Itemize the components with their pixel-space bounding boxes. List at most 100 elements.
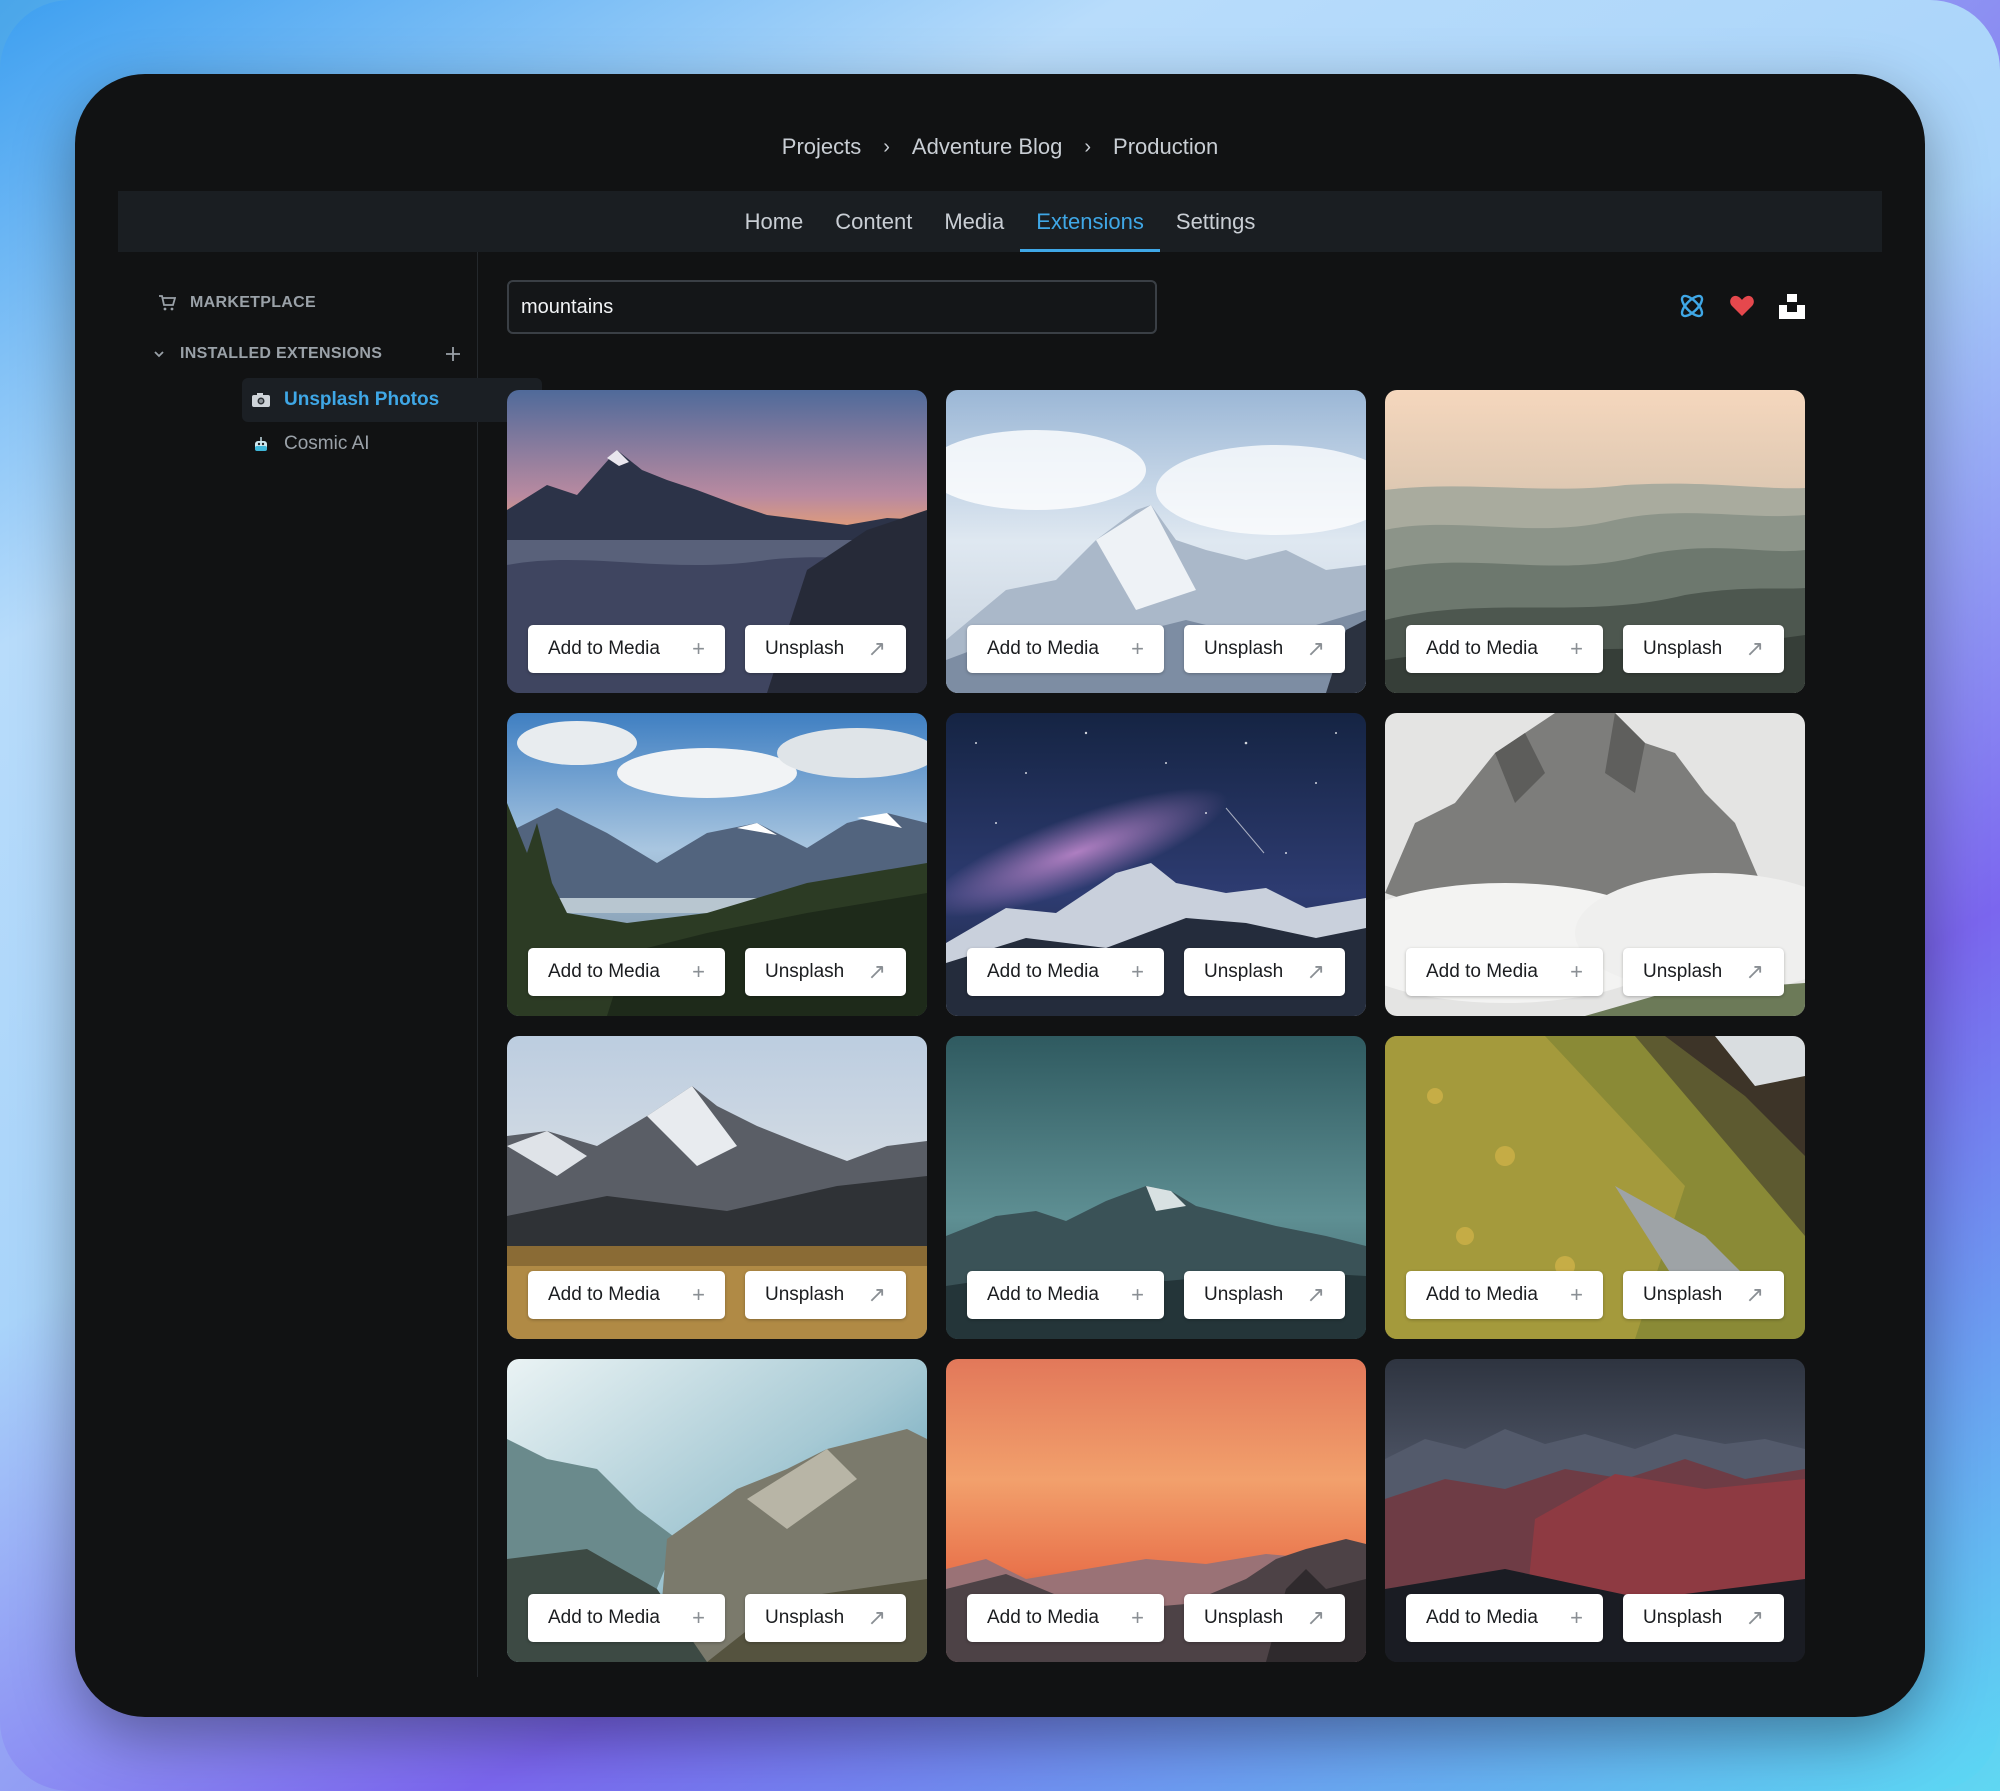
photo-card[interactable]: Add to Media + Unsplash ↗ xyxy=(507,390,927,693)
marketplace-label: MARKETPLACE xyxy=(190,294,316,311)
add-to-media-button[interactable]: Add to Media + xyxy=(528,1594,725,1642)
plus-icon: + xyxy=(1570,959,1583,984)
unsplash-logo-icon[interactable] xyxy=(1777,291,1807,321)
unsplash-link-button[interactable]: Unsplash ↗ xyxy=(1623,1271,1784,1319)
unsplash-link-button[interactable]: Unsplash ↗ xyxy=(1184,625,1345,673)
breadcrumb-separator: › xyxy=(1084,135,1092,158)
external-link-icon: ↗ xyxy=(1745,1282,1764,1307)
add-to-media-label: Add to Media xyxy=(987,638,1099,659)
unsplash-label: Unsplash xyxy=(765,961,845,982)
plus-icon: + xyxy=(692,1282,705,1307)
breadcrumb: Projects › Adventure Blog › Production xyxy=(75,134,1925,160)
plus-icon: + xyxy=(692,636,705,661)
breadcrumb-projects[interactable]: Projects xyxy=(782,134,861,160)
sidebar-installed-header[interactable]: INSTALLED EXTENSIONS xyxy=(152,345,460,363)
external-link-icon: ↗ xyxy=(1745,636,1764,661)
add-to-media-button[interactable]: Add to Media + xyxy=(967,1271,1164,1319)
sidebar: MARKETPLACE INSTALLED EXTENSIONS Unsplas… xyxy=(118,252,542,1677)
unsplash-link-button[interactable]: Unsplash ↗ xyxy=(1184,1271,1345,1319)
add-to-media-button[interactable]: Add to Media + xyxy=(967,948,1164,996)
heart-icon[interactable] xyxy=(1727,291,1757,321)
unsplash-label: Unsplash xyxy=(1204,961,1284,982)
add-to-media-button[interactable]: Add to Media + xyxy=(1406,1271,1603,1319)
add-to-media-button[interactable]: Add to Media + xyxy=(1406,948,1603,996)
sidebar-marketplace[interactable]: MARKETPLACE xyxy=(158,294,316,312)
tab-extensions[interactable]: Extensions xyxy=(1020,191,1160,252)
add-extension-icon[interactable] xyxy=(444,345,462,363)
unsplash-link-button[interactable]: Unsplash ↗ xyxy=(745,625,906,673)
add-to-media-button[interactable]: Add to Media + xyxy=(1406,625,1603,673)
chevron-down-icon xyxy=(152,347,166,361)
photo-card[interactable]: Add to Media + Unsplash ↗ xyxy=(1385,1359,1805,1662)
add-to-media-button[interactable]: Add to Media + xyxy=(967,1594,1164,1642)
tab-home[interactable]: Home xyxy=(729,191,820,252)
unsplash-link-button[interactable]: Unsplash ↗ xyxy=(1623,1594,1784,1642)
unsplash-link-button[interactable]: Unsplash ↗ xyxy=(1623,948,1784,996)
external-link-icon: ↗ xyxy=(1306,636,1325,661)
photo-card[interactable]: Add to Media + Unsplash ↗ xyxy=(1385,713,1805,1016)
add-to-media-label: Add to Media xyxy=(987,961,1099,982)
plus-icon: + xyxy=(1131,1605,1144,1630)
external-link-icon: ↗ xyxy=(1306,959,1325,984)
photo-card[interactable]: Add to Media + Unsplash ↗ xyxy=(507,713,927,1016)
add-to-media-label: Add to Media xyxy=(987,1284,1099,1305)
tab-settings[interactable]: Settings xyxy=(1160,191,1272,252)
add-to-media-button[interactable]: Add to Media + xyxy=(967,625,1164,673)
breadcrumb-adventure-blog[interactable]: Adventure Blog xyxy=(912,134,1062,160)
cart-icon xyxy=(158,294,176,312)
plus-icon: + xyxy=(1131,1282,1144,1307)
add-to-media-button[interactable]: Add to Media + xyxy=(1406,1594,1603,1642)
sidebar-item-label: Unsplash Photos xyxy=(284,389,440,410)
breadcrumb-production[interactable]: Production xyxy=(1113,134,1218,160)
unsplash-link-button[interactable]: Unsplash ↗ xyxy=(1184,1594,1345,1642)
unsplash-label: Unsplash xyxy=(1643,1284,1723,1305)
external-link-icon: ↗ xyxy=(1306,1282,1325,1307)
photo-card[interactable]: Add to Media + Unsplash ↗ xyxy=(507,1359,927,1662)
photo-card[interactable]: Add to Media + Unsplash ↗ xyxy=(946,390,1366,693)
unsplash-link-button[interactable]: Unsplash ↗ xyxy=(745,1594,906,1642)
external-link-icon: ↗ xyxy=(867,1282,886,1307)
add-to-media-label: Add to Media xyxy=(1426,1284,1538,1305)
unsplash-label: Unsplash xyxy=(1643,1607,1723,1628)
cosmic-icon[interactable] xyxy=(1677,291,1707,321)
add-to-media-button[interactable]: Add to Media + xyxy=(528,1271,725,1319)
photo-card[interactable]: Add to Media + Unsplash ↗ xyxy=(946,1036,1366,1339)
photo-card[interactable]: Add to Media + Unsplash ↗ xyxy=(1385,390,1805,693)
plus-icon: + xyxy=(1131,636,1144,661)
tab-media[interactable]: Media xyxy=(928,191,1020,252)
app-window: Projects › Adventure Blog › Production H… xyxy=(75,74,1925,1717)
top-navigation: Home Content Media Extensions Settings xyxy=(118,191,1882,252)
installed-extensions-label: INSTALLED EXTENSIONS xyxy=(180,345,383,362)
unsplash-label: Unsplash xyxy=(765,638,845,659)
add-to-media-label: Add to Media xyxy=(548,1284,660,1305)
external-link-icon: ↗ xyxy=(867,636,886,661)
add-to-media-button[interactable]: Add to Media + xyxy=(528,948,725,996)
plus-icon: + xyxy=(1570,1282,1583,1307)
plus-icon: + xyxy=(1570,1605,1583,1630)
photo-card[interactable]: Add to Media + Unsplash ↗ xyxy=(1385,1036,1805,1339)
add-to-media-button[interactable]: Add to Media + xyxy=(528,625,725,673)
add-to-media-label: Add to Media xyxy=(1426,1607,1538,1628)
add-to-media-label: Add to Media xyxy=(548,1607,660,1628)
unsplash-label: Unsplash xyxy=(765,1284,845,1305)
photo-card[interactable]: Add to Media + Unsplash ↗ xyxy=(946,713,1366,1016)
plus-icon: + xyxy=(1131,959,1144,984)
photo-card[interactable]: Add to Media + Unsplash ↗ xyxy=(507,1036,927,1339)
sidebar-item-cosmic-ai[interactable]: Cosmic AI xyxy=(242,422,542,466)
unsplash-label: Unsplash xyxy=(1643,961,1723,982)
search-field[interactable] xyxy=(507,280,1157,334)
external-link-icon: ↗ xyxy=(1745,1605,1764,1630)
unsplash-link-button[interactable]: Unsplash ↗ xyxy=(745,948,906,996)
photo-card[interactable]: Add to Media + Unsplash ↗ xyxy=(946,1359,1366,1662)
unsplash-link-button[interactable]: Unsplash ↗ xyxy=(1623,625,1784,673)
add-to-media-label: Add to Media xyxy=(987,1607,1099,1628)
unsplash-label: Unsplash xyxy=(1204,1607,1284,1628)
photo-grid: Add to Media + Unsplash ↗ Add to Media + Un… xyxy=(507,390,1805,1662)
tab-content[interactable]: Content xyxy=(819,191,928,252)
plus-icon: + xyxy=(692,959,705,984)
sidebar-item-unsplash-photos[interactable]: Unsplash Photos xyxy=(242,378,542,422)
unsplash-link-button[interactable]: Unsplash ↗ xyxy=(745,1271,906,1319)
search-input[interactable] xyxy=(521,295,1143,319)
plus-icon: + xyxy=(692,1605,705,1630)
unsplash-link-button[interactable]: Unsplash ↗ xyxy=(1184,948,1345,996)
